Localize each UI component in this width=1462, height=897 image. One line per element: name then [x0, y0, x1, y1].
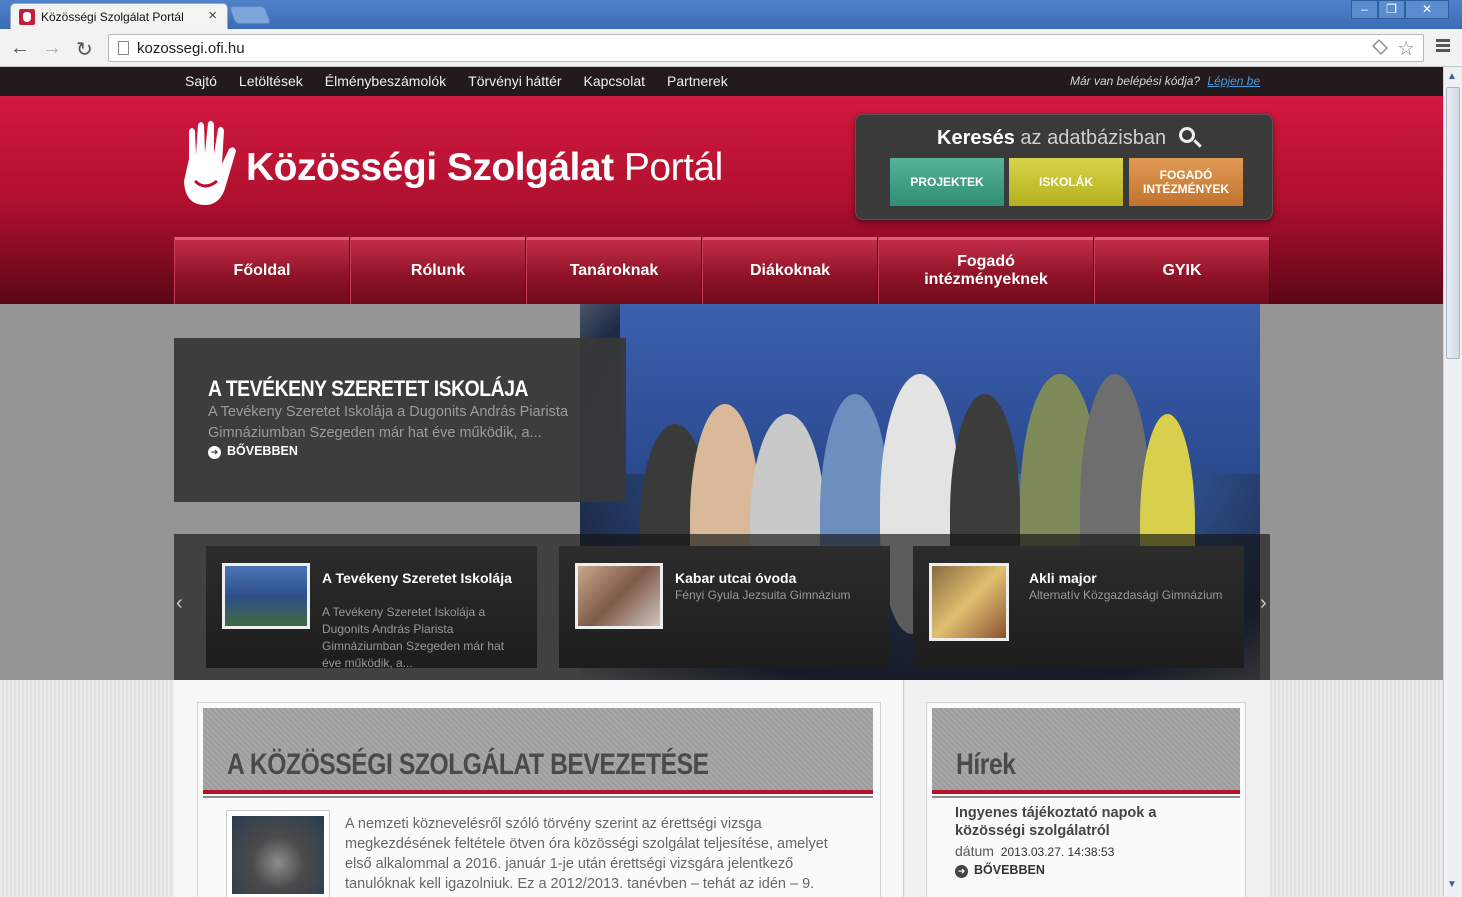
news-item-title[interactable]: Ingyenes tájékoztató napok a közösségi s… — [955, 804, 1185, 840]
utility-nav: Sajtó Letöltések Élménybeszámolók Törvén… — [185, 73, 750, 89]
featured-slider: A TEVÉKENY SZERETET ISKOLÁJA A Tevékeny … — [0, 304, 1443, 680]
news-date-value: 2013.03.27. 14:38:53 — [1000, 845, 1115, 859]
slide-caption-desc: A Tevékeny Szeretet Iskolája a Dugonits … — [208, 404, 569, 441]
restore-button[interactable]: ❐ — [1378, 0, 1405, 19]
slide-more-link[interactable]: BŐVEBBEN — [208, 444, 298, 459]
bookmark-star-icon[interactable]: ☆ — [1397, 36, 1415, 61]
intro-heading: A KÖZÖSSÉGI SZOLGÁLAT BEVEZETÉSE — [227, 748, 709, 781]
fogado-intezmenyek-button[interactable]: FOGADÓ INTÉZMÉNYEK — [1129, 158, 1243, 206]
reload-icon[interactable]: ↻ — [76, 37, 93, 62]
search-icon[interactable] — [1179, 127, 1195, 143]
slider-card[interactable]: A Tevékeny Szeretet Iskolája A Tevékeny … — [206, 546, 537, 670]
news-heading: Hírek — [956, 748, 1016, 781]
site-header: Közösségi Szolgálat Portál Keresés az ad… — [0, 96, 1443, 244]
utility-link-torvenyi-hatter[interactable]: Törvényi háttér — [468, 73, 561, 89]
scroll-down-icon[interactable]: ▼ — [1447, 879, 1457, 890]
login-link[interactable]: Lépjen be — [1207, 74, 1260, 88]
database-search-box: Keresés az adatbázisban PROJEKTEK ISKOLÁ… — [855, 114, 1273, 220]
page-scrollbar[interactable]: ▲ ▼ — [1443, 67, 1462, 897]
slide-caption-title[interactable]: A TEVÉKENY SZERETET ISKOLÁJA — [208, 376, 529, 402]
card-desc: A Tevékeny Szeretet Iskolája a Dugonits … — [322, 605, 505, 670]
card-desc: Alternatív Közgazdasági Gimnázium — [1029, 588, 1223, 602]
utility-link-sajto[interactable]: Sajtó — [185, 73, 217, 89]
iskolak-button[interactable]: ISKOLÁK — [1009, 158, 1123, 206]
minimize-button[interactable]: – — [1351, 0, 1378, 19]
utility-link-elmenybeszamolok[interactable]: Élménybeszámolók — [325, 73, 446, 89]
url-text[interactable]: kozossegi.ofi.hu — [137, 40, 245, 57]
browser-menu-icon[interactable] — [1436, 39, 1450, 54]
news-item-date: dátum 2013.03.27. 14:38:53 — [955, 843, 1114, 859]
search-title-rest: az adatbázisban — [1020, 127, 1167, 149]
tab-title: Közösségi Szolgálat Portál — [41, 10, 184, 24]
card-title: Akli major — [1029, 570, 1097, 586]
scrollbar-thumb[interactable] — [1446, 87, 1460, 359]
utility-link-kapcsolat[interactable]: Kapcsolat — [584, 73, 645, 89]
news-more-link[interactable]: BŐVEBBEN — [955, 863, 1045, 878]
intro-image — [226, 810, 330, 897]
intro-text: A nemzeti köznevelésről szóló törvény sz… — [345, 816, 828, 892]
page-viewport: Sajtó Letöltések Élménybeszámolók Törvén… — [0, 67, 1443, 897]
utility-bar: Sajtó Letöltések Élménybeszámolók Törvén… — [0, 67, 1443, 96]
nav-item-diakoknak[interactable]: Diákoknak — [702, 237, 878, 304]
tab-close-icon[interactable]: × — [208, 7, 217, 24]
nav-item-tanaroknak[interactable]: Tanároknak — [526, 237, 702, 304]
browser-titlebar: Közösségi Szolgálat Portál × – ❐ ✕ — [0, 0, 1462, 29]
forward-arrow-icon[interactable]: → — [42, 37, 62, 60]
card-thumbnail — [222, 563, 310, 629]
nav-item-gyik[interactable]: GYIK — [1094, 237, 1270, 304]
slider-card[interactable]: Kabar utcai óvoda Fényi Gyula Jezsuita G… — [559, 546, 890, 668]
slide-caption: A TEVÉKENY SZERETET ISKOLÁJA A Tevékeny … — [174, 338, 626, 502]
slider-card[interactable]: Akli major Alternatív Közgazdasági Gimná… — [913, 546, 1244, 668]
address-bar[interactable]: kozossegi.ofi.hu ☆ — [108, 34, 1424, 62]
card-title: Kabar utcai óvoda — [675, 570, 797, 586]
nav-item-rolunk[interactable]: Rólunk — [350, 237, 526, 304]
extension-icon[interactable] — [1372, 39, 1388, 55]
search-title: Keresés az adatbázisban — [937, 127, 1166, 150]
slider-prev-icon[interactable]: ‹ — [176, 592, 183, 615]
browser-toolbar: ← → ↻ kozossegi.ofi.hu ☆ — [0, 29, 1462, 67]
slider-thumbnails: ‹ › A Tevékeny Szeretet Iskolája A Tevék… — [174, 534, 1270, 680]
close-window-button[interactable]: ✕ — [1405, 0, 1449, 19]
nav-item-fooldal[interactable]: Főoldal — [174, 237, 350, 304]
card-title: A Tevékeny Szeretet Iskolája — [322, 570, 512, 586]
browser-tab[interactable]: Közösségi Szolgálat Portál × — [10, 3, 228, 29]
search-title-bold: Keresés — [937, 127, 1015, 149]
card-desc: Fényi Gyula Jezsuita Gimnázium — [675, 588, 851, 602]
utility-link-letoltesek[interactable]: Letöltések — [239, 73, 303, 89]
utility-link-partnerek[interactable]: Partnerek — [667, 73, 728, 89]
card-thumbnail — [929, 563, 1009, 641]
nav-item-fogado-intezmenyeknek[interactable]: Fogadó intézményeknek — [878, 237, 1094, 304]
scroll-up-icon[interactable]: ▲ — [1447, 71, 1457, 82]
intro-header: A KÖZÖSSÉGI SZOLGÁLAT BEVEZETÉSE — [203, 708, 873, 798]
new-tab-button[interactable] — [228, 6, 272, 24]
card-thumbnail — [575, 563, 663, 629]
main-nav: Főoldal Rólunk Tanároknak Diákoknak Foga… — [174, 237, 1270, 304]
logo-light-text: Portál — [623, 146, 723, 189]
page-icon — [118, 41, 129, 55]
hand-logo-icon[interactable] — [181, 119, 239, 207]
projektek-button[interactable]: PROJEKTEK — [890, 158, 1004, 206]
login-prompt-text: Már van belépési kódja? — [1070, 74, 1201, 88]
site-favicon-icon — [19, 9, 35, 25]
slider-next-icon[interactable]: › — [1260, 592, 1267, 615]
logo-bold-text: Közösségi Szolgálat — [246, 146, 614, 189]
news-header: Hírek — [932, 708, 1240, 798]
login-prompt: Már van belépési kódja? Lépjen be — [1070, 74, 1260, 88]
news-date-label: dátum — [955, 843, 994, 859]
back-arrow-icon[interactable]: ← — [10, 37, 30, 60]
site-logo-text[interactable]: Közösségi Szolgálat Portál — [246, 146, 723, 190]
